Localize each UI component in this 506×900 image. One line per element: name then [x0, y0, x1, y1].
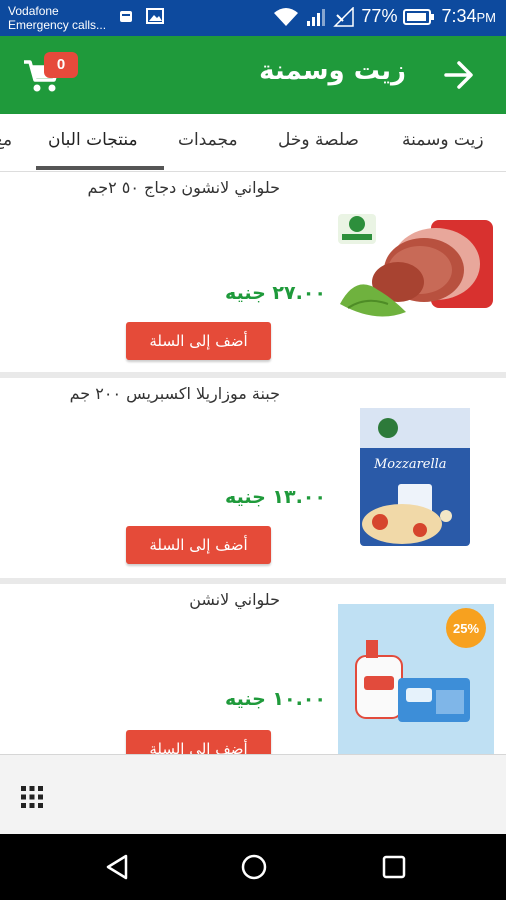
category-tabs: زيت وسمنة صلصة وخل مجمدات منتجات البان م…	[0, 114, 506, 172]
product-name: حلواني لانشن	[189, 590, 280, 609]
notification-icon	[120, 11, 132, 22]
tab-partial[interactable]: مع	[0, 130, 12, 150]
no-signal-icon	[333, 6, 355, 27]
battery-percentage: 77%	[361, 6, 398, 26]
tab-sauce-vinegar[interactable]: صلصة وخل	[278, 130, 359, 150]
carrier-name: Vodafone	[8, 4, 59, 18]
hygiene-product-image: 25%	[338, 604, 494, 754]
promo-label: 25%	[453, 621, 479, 636]
clock-ampm: PM	[476, 10, 497, 25]
status-right: 77% 7:34PM	[273, 6, 496, 27]
product-price: ٢٧.٠٠ جنيه	[225, 282, 326, 304]
product-card: حلواني لانشن 25% ١٠.٠٠ جنيه أضف إلى السل…	[0, 584, 506, 754]
image-icon	[146, 8, 164, 24]
carrier-subtext: Emergency calls...	[8, 18, 107, 32]
product-card: جبنة موزاريلا اكسبريس ٢٠٠ جم Mozzarella …	[0, 378, 506, 578]
product-list[interactable]: حلواني لانشون دجاج ٥٠ ٢جم ٢٧.٠٠ جنيه أضف…	[0, 172, 506, 754]
notification-icons	[118, 8, 164, 24]
active-tab-indicator	[36, 166, 164, 170]
product-name: جبنة موزاريلا اكسبريس ٢٠٠ جم	[69, 384, 280, 403]
clock-time: 7:34	[441, 6, 477, 26]
mozzarella-product-image: Mozzarella	[360, 408, 470, 546]
tab-dairy[interactable]: منتجات البان	[48, 130, 138, 150]
page-title: زيت وسمنة	[259, 56, 406, 86]
system-navigation-bar	[0, 834, 506, 900]
bottom-bar	[0, 754, 506, 834]
wifi-icon	[274, 7, 299, 26]
apps-grid-icon[interactable]	[20, 785, 44, 809]
add-to-cart-button[interactable]: أضف إلى السلة	[126, 730, 271, 754]
product-price: ١٣.٠٠ جنيه	[225, 486, 326, 508]
signal-icon	[307, 8, 326, 26]
nav-recents-icon[interactable]	[382, 855, 406, 879]
battery-icon	[403, 8, 435, 25]
back-arrow-icon[interactable]	[444, 58, 474, 92]
product-price: ١٠.٠٠ جنيه	[225, 688, 326, 710]
add-to-cart-button[interactable]: أضف إلى السلة	[126, 526, 271, 564]
clock: 7:34PM	[441, 6, 496, 27]
brand-label: Mozzarella	[373, 457, 447, 472]
nav-home-icon[interactable]	[240, 853, 268, 881]
product-name: حلواني لانشون دجاج ٥٠ ٢جم	[87, 178, 280, 197]
tab-frozen[interactable]: مجمدات	[178, 130, 238, 150]
cart-badge: 0	[44, 52, 78, 78]
tab-oil-ghee[interactable]: زيت وسمنة	[402, 130, 484, 150]
add-to-cart-button[interactable]: أضف إلى السلة	[126, 322, 271, 360]
nav-back-icon[interactable]	[104, 854, 130, 880]
luncheon-product-image	[338, 214, 493, 317]
carrier-info: Vodafone Emergency calls...	[8, 4, 106, 32]
product-card: حلواني لانشون دجاج ٥٠ ٢جم ٢٧.٠٠ جنيه أضف…	[0, 172, 506, 372]
status-bar: Vodafone Emergency calls... 77% 7:34PM	[0, 0, 506, 36]
